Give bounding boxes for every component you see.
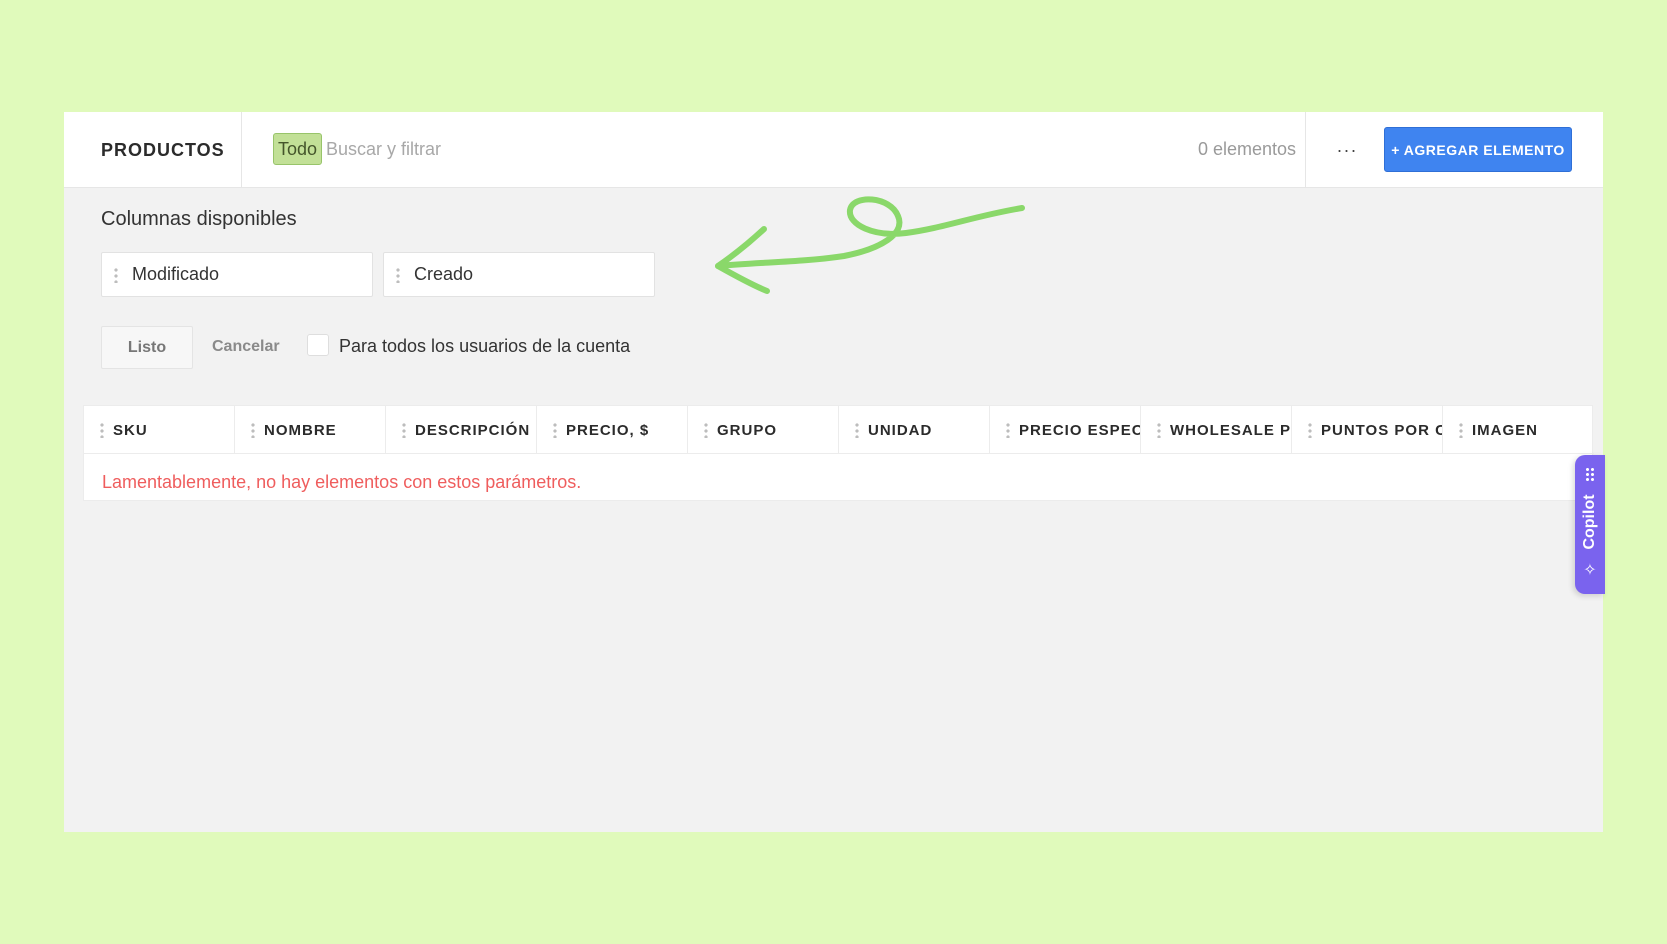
copilot-tab[interactable]: Copilot ✧ [1575, 455, 1605, 594]
available-column-chip[interactable]: Creado [383, 252, 655, 297]
column-header-label: PRECIO ESPECIAL [1019, 421, 1140, 439]
copilot-label: Copilot [1581, 494, 1598, 550]
drag-handle-icon[interactable] [100, 422, 104, 438]
all-users-checkbox[interactable] [307, 334, 329, 356]
column-header-label: SKU [113, 421, 148, 439]
drag-handle-icon[interactable] [396, 266, 400, 283]
available-column-chip[interactable]: Modificado [101, 252, 373, 297]
column-header-precio[interactable]: PRECIO, $ [537, 406, 688, 454]
products-window: PRODUCTOS Todo 0 elementos ··· + AGREGAR… [64, 112, 1603, 832]
column-header-label: PUNTOS POR COMPRA [1321, 421, 1442, 439]
drag-handle-icon[interactable] [855, 422, 859, 438]
top-bar: PRODUCTOS Todo 0 elementos ··· + AGREGAR… [64, 112, 1603, 188]
drag-handle-icon[interactable] [704, 422, 708, 438]
drag-handle-icon[interactable] [1459, 422, 1463, 438]
page-title: PRODUCTOS [101, 140, 225, 160]
column-header-unidad[interactable]: UNIDAD [839, 406, 990, 454]
column-chip-label: Creado [414, 264, 474, 284]
drag-dots-icon[interactable] [1585, 467, 1595, 481]
column-header-label: DESCRIPCIÓN [415, 421, 531, 439]
column-header-grupo[interactable]: GRUPO [688, 406, 839, 454]
column-header-label: GRUPO [717, 421, 778, 439]
add-element-button[interactable]: + AGREGAR ELEMENTO [1384, 127, 1572, 172]
more-options-button[interactable]: ··· [1327, 130, 1367, 170]
column-header-label: PRECIO, $ [566, 421, 650, 439]
column-header-imagen[interactable]: IMAGEN [1443, 406, 1594, 454]
empty-state-message: Lamentablemente, no hay elementos con es… [102, 472, 582, 492]
column-header-label: IMAGEN [1472, 421, 1538, 439]
ellipsis-icon: ··· [1336, 139, 1358, 160]
column-header-label: NOMBRE [264, 421, 337, 439]
drag-handle-icon[interactable] [114, 266, 118, 283]
column-header-wholesale-price[interactable]: WHOLESALE PRICE [1141, 406, 1292, 454]
divider [1305, 112, 1306, 188]
column-header-sku[interactable]: SKU [84, 406, 235, 454]
table-header: SKU NOMBRE DESCRIPCIÓN PRECIO, $ GRUPO U… [84, 406, 1594, 454]
drag-handle-icon[interactable] [553, 422, 557, 438]
filter-chip-todo[interactable]: Todo [273, 133, 323, 165]
done-button[interactable]: Listo [101, 326, 193, 369]
drag-handle-icon[interactable] [402, 422, 406, 438]
products-table: SKU NOMBRE DESCRIPCIÓN PRECIO, $ GRUPO U… [83, 405, 1594, 501]
drag-handle-icon[interactable] [1308, 422, 1312, 438]
column-header-precio-especial[interactable]: PRECIO ESPECIAL [990, 406, 1141, 454]
column-header-puntos-por-compra[interactable]: PUNTOS POR COMPRA [1292, 406, 1443, 454]
cancel-button[interactable]: Cancelar [212, 338, 280, 356]
divider [241, 112, 242, 188]
available-columns-title: Columnas disponibles [101, 208, 297, 230]
search-input[interactable] [326, 133, 846, 165]
sparkle-icon: ✧ [1583, 562, 1597, 579]
column-header-label: WHOLESALE PRICE [1170, 421, 1292, 439]
items-count: 0 elementos [1197, 139, 1296, 159]
all-users-label: Para todos los usuarios de la cuenta [339, 336, 631, 356]
drag-handle-icon[interactable] [251, 422, 255, 438]
drag-handle-icon[interactable] [1006, 422, 1010, 438]
column-chip-label: Modificado [132, 264, 220, 284]
drag-handle-icon[interactable] [1157, 422, 1161, 438]
column-header-nombre[interactable]: NOMBRE [235, 406, 386, 454]
column-header-descripcion[interactable]: DESCRIPCIÓN [386, 406, 537, 454]
column-header-label: UNIDAD [868, 421, 933, 439]
